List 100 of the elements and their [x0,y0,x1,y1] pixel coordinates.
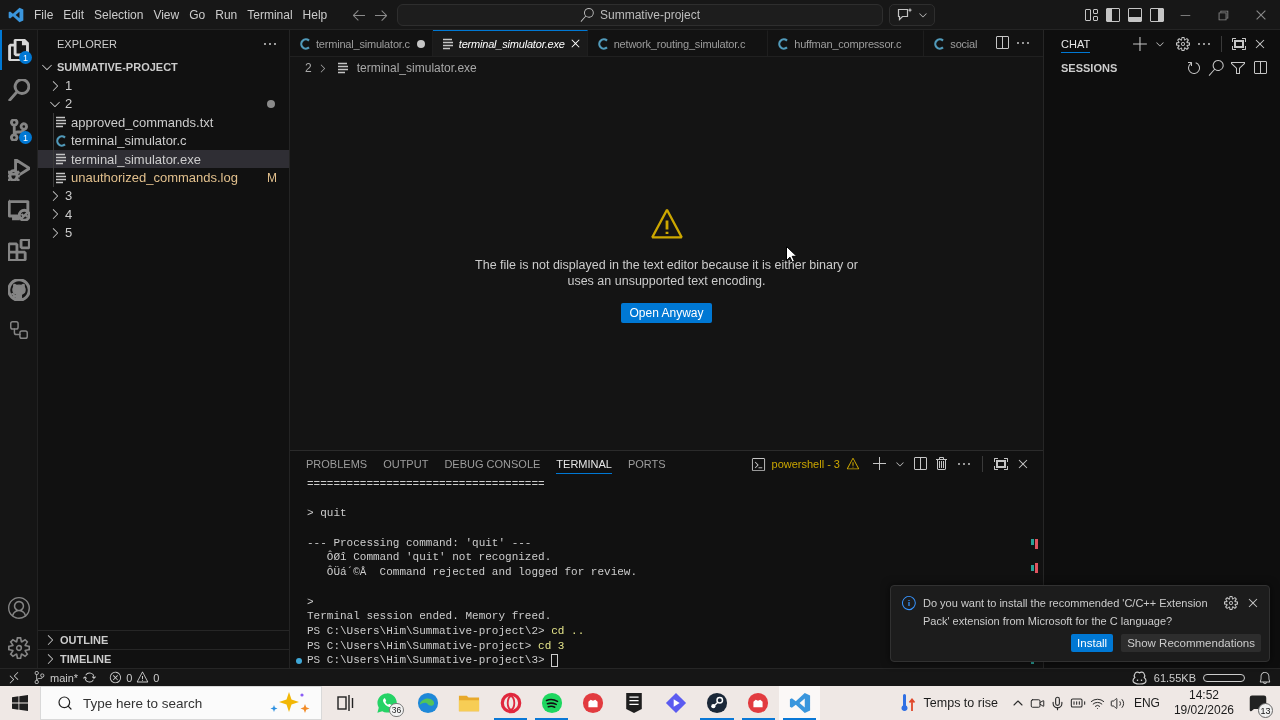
wifi-icon[interactable] [1090,695,1106,711]
editor-tab[interactable]: terminal_simulator.exe [432,30,588,56]
section-header[interactable]: OUTLINE [38,630,289,649]
search-icon [580,8,594,22]
restore-icon[interactable] [1216,8,1230,22]
notifications-icon[interactable] [1258,670,1272,685]
sync-icon[interactable] [83,671,97,684]
panel-tab[interactable]: PORTS [627,454,666,474]
lines-file-icon [55,153,67,166]
panel-tab[interactable]: DEBUG CONSOLE [444,454,541,474]
primary-button[interactable]: Install [1071,634,1114,652]
terminal-name[interactable]: powershell - 3 [771,458,840,470]
settings-icon[interactable] [1175,36,1191,52]
terminal-command: cd 3 [538,638,565,654]
trash-icon[interactable] [934,456,950,472]
menu-item[interactable]: Go [184,5,211,25]
c-file-icon [55,134,67,147]
open-anyway-button[interactable]: Open Anyway [621,302,712,323]
panel-tab[interactable]: TERMINAL [556,454,612,474]
terminal-cursor[interactable] [551,654,559,668]
clock[interactable]: 14:52 19/02/2026 [1167,688,1240,718]
app-logo-icon [8,7,24,23]
microphone-icon[interactable] [1050,695,1066,711]
activity-button[interactable]: 1 [0,110,37,150]
app-logo-icon [788,692,811,714]
pending-count: 1 [19,131,32,144]
weather-widget[interactable]: Temps to rise [889,693,1008,713]
menu-item[interactable]: Edit [58,5,90,25]
right-sidebar-toggle-icon[interactable] [1149,7,1165,23]
filter-icon[interactable] [1230,60,1246,76]
refresh-icon[interactable] [1186,60,1202,76]
folder-row[interactable]: 4 [38,205,289,224]
menu-item[interactable]: Selection [89,5,149,25]
chat-menu-button[interactable] [889,4,935,26]
taskbar-app-button[interactable]: 36 [366,686,408,720]
menu-item[interactable]: Run [210,5,243,25]
folder-row[interactable]: 2 [38,94,289,114]
menu-item[interactable]: View [148,5,185,25]
git-status: M [267,170,277,185]
speaker-icon[interactable] [1110,695,1126,711]
split-terminal-icon[interactable] [912,456,928,472]
file-row[interactable]: unauthorized_commands.log M [38,168,289,187]
panel-toggle-icon[interactable] [1127,7,1143,23]
notification-message: Do you want to install the recommended 'C/C++ Extension Pack' extension from Microsoft for the C language? [923,596,1209,629]
chat-sparkle-icon [897,7,913,23]
panel-tab[interactable]: OUTPUT [383,454,429,474]
maximize-icon[interactable] [1231,36,1247,52]
four-panes-icon[interactable] [12,695,28,711]
diamond-play-icon [664,692,687,714]
remote-icon[interactable] [7,670,21,685]
branch-item[interactable]: main* [28,669,84,686]
breadcrumb-item[interactable]: 2 [305,61,312,75]
terminal-line: ==================================== [307,477,545,492]
folder-row[interactable]: 5 [38,223,289,242]
secondary-button[interactable]: Show Recommendations [1121,634,1261,652]
menu-item[interactable]: Terminal [242,5,298,25]
terminal-line: ÔØî Command 'quit' not recognized. [326,550,552,565]
file-row[interactable]: terminal_simulator.c [38,131,289,150]
file-row[interactable]: terminal_simulator.exe [38,149,289,169]
file-row[interactable]: approved_commands.txt [38,113,289,132]
terminal-line: > [307,594,314,610]
branch-icon [33,671,46,684]
language-indicator[interactable]: ENG [1127,696,1168,710]
breadcrumb-item[interactable]: terminal_simulator.exe [356,61,477,75]
terminal-line: > quit [307,506,347,522]
maximize-icon[interactable] [993,456,1009,472]
split-view-icon[interactable] [1252,60,1268,76]
search-icon [7,79,30,101]
menu-item[interactable]: Help [297,5,333,25]
face-outline-icon[interactable] [1131,670,1147,685]
split-editor-icon[interactable] [994,35,1010,51]
task-view-icon[interactable] [336,694,355,712]
c-file-icon [299,37,311,50]
disc-icon [706,692,728,714]
lines-file-icon [55,116,67,129]
settings-icon[interactable] [1223,595,1239,611]
lines-file-icon [441,37,454,50]
panel-tab[interactable]: PROBLEMS [306,454,368,474]
workspace-header[interactable]: SUMMATIVE-PROJECT [38,58,289,77]
menu-item[interactable]: File [29,5,59,25]
c-file-icon [777,37,790,50]
search-icon [57,695,73,711]
warning-icon [136,671,150,684]
left-sidebar-toggle-icon[interactable] [1105,7,1121,23]
battery-icon[interactable] [1069,695,1086,711]
round-emblem-icon [747,692,770,714]
search-input[interactable]: Type here to search [83,691,259,715]
search-icon[interactable] [1208,60,1224,76]
taskbar-search-field[interactable]: Type here to search [40,686,322,720]
settings-icon[interactable] [7,637,30,659]
chat-tab[interactable]: CHAT [1061,35,1091,53]
search-field[interactable]: Summative-project [397,4,883,26]
customize-layout-icon[interactable] [1083,7,1099,23]
folder-row[interactable]: 3 [38,186,289,206]
add-icon[interactable] [872,456,888,472]
folder-row[interactable]: 1 [38,76,289,95]
problems-item[interactable]: 0 0 [104,669,165,686]
ring-icon [499,692,522,714]
file-size: 61.55KB [1153,671,1196,684]
account-icon[interactable] [7,597,30,619]
